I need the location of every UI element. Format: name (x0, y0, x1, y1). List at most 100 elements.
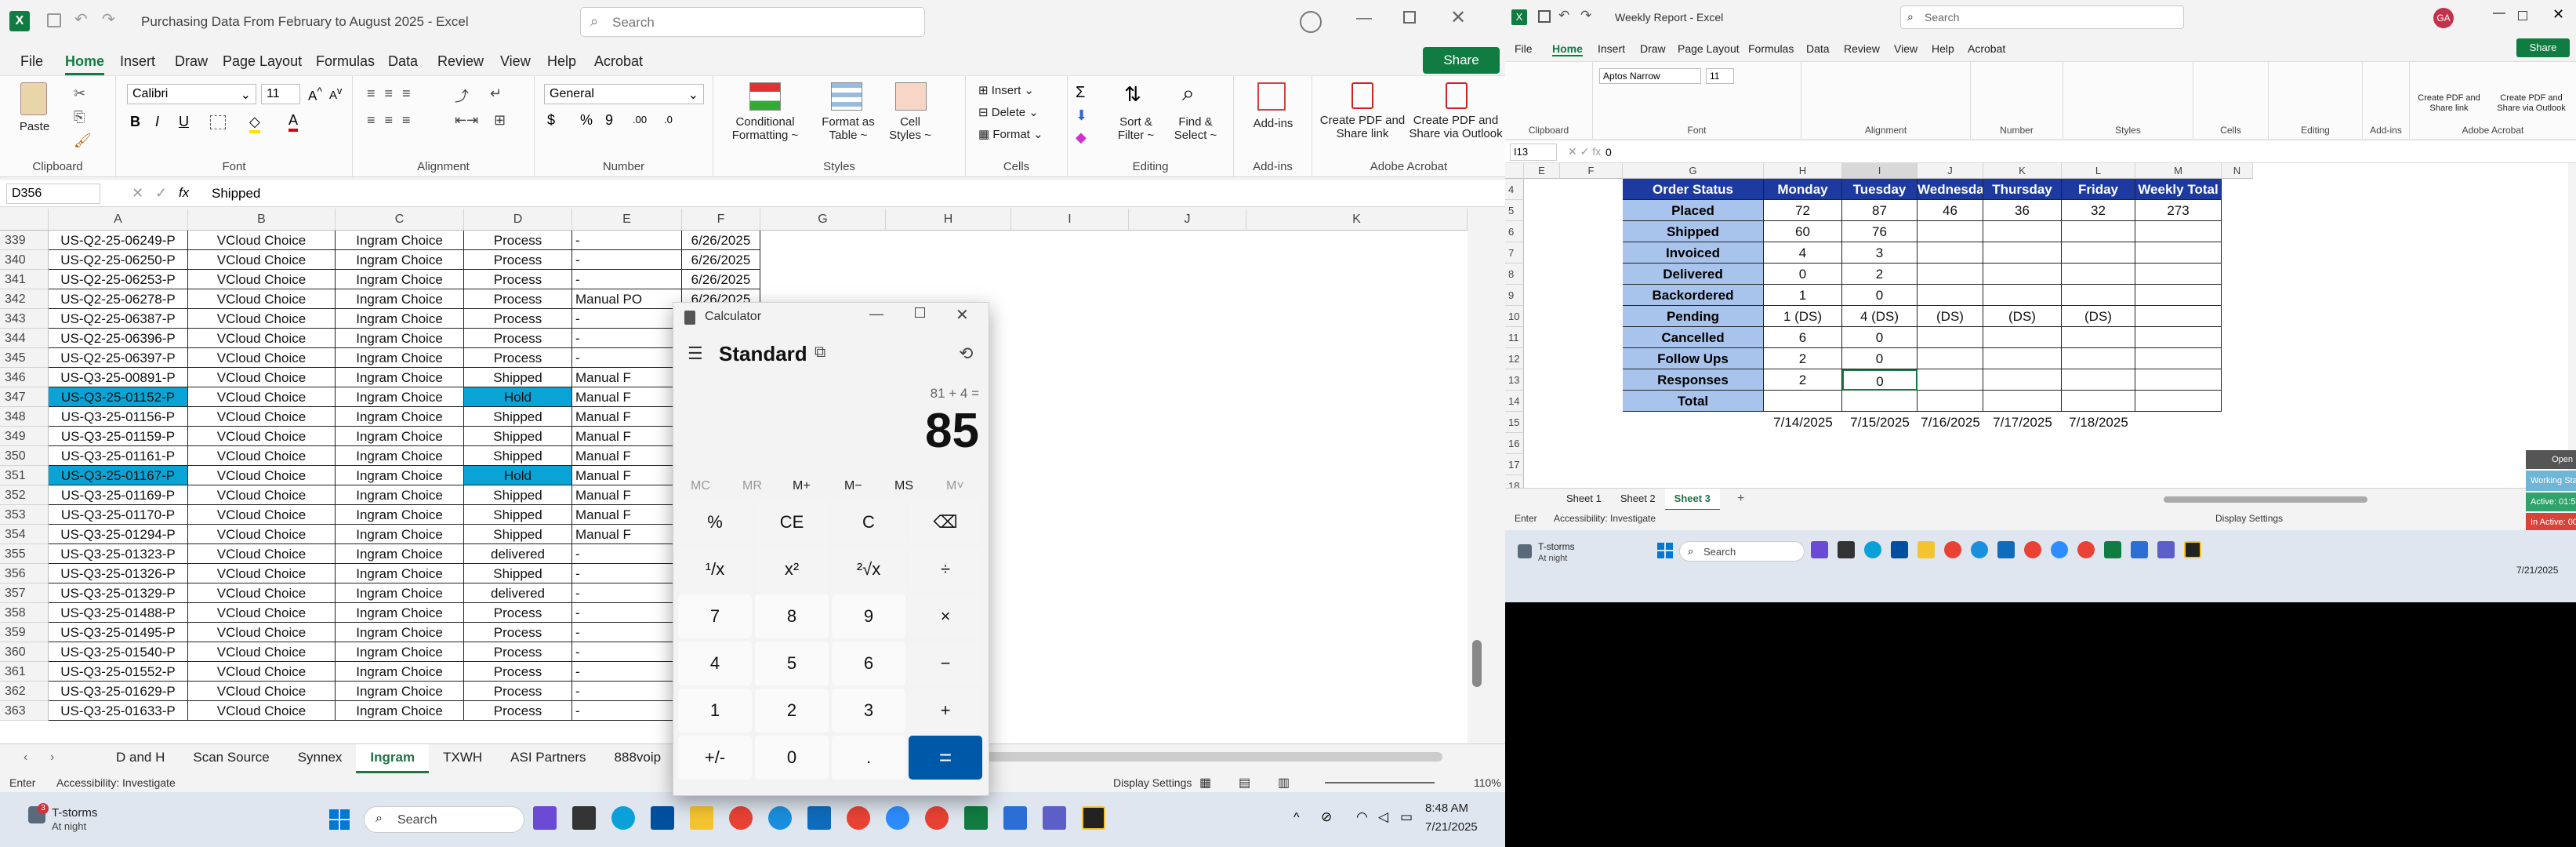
right-column-header[interactable]: M (2135, 163, 2222, 179)
formula-input[interactable]: Shipped (212, 186, 260, 202)
table-cell[interactable]: Shipped (464, 485, 572, 505)
table-cell[interactable]: Ingram Choice (336, 466, 464, 485)
report-cell[interactable]: 72 (1764, 200, 1842, 221)
square-button[interactable]: x² (755, 547, 829, 591)
column-header[interactable]: J (1129, 209, 1246, 231)
font-color-icon[interactable]: A (288, 112, 299, 132)
right-column-header[interactable]: L (2062, 163, 2135, 179)
calc-close-icon[interactable]: ✕ (956, 305, 969, 325)
table-cell[interactable]: VCloud Choice (188, 623, 336, 642)
right-explorer-icon[interactable] (1917, 541, 1935, 558)
create-pdf-outlook-button[interactable]: Create PDF and Share via Outlook (1408, 114, 1504, 140)
table-cell[interactable]: - (572, 270, 682, 289)
table-cell[interactable]: Process (464, 348, 572, 368)
report-header-cell[interactable]: Tuesday (1842, 179, 1917, 200)
sheet-tab[interactable]: Scan Source (179, 744, 283, 771)
column-header[interactable]: G (760, 209, 886, 231)
tray-chevron-icon[interactable]: ^ (1293, 811, 1300, 825)
table-cell[interactable]: US-Q3-25-01323-P (49, 544, 188, 564)
right-maximize-icon[interactable] (2518, 11, 2527, 20)
report-cell[interactable]: Total (1623, 391, 1764, 412)
report-cell[interactable] (1983, 369, 2062, 391)
right-task-view-icon[interactable] (1838, 541, 1855, 558)
table-cell[interactable]: Hold (464, 387, 572, 407)
calc-maximize-icon[interactable] (915, 307, 925, 318)
table-cell[interactable]: 6/26/2025 (682, 270, 760, 289)
calc-menu-icon[interactable]: ☰ (688, 344, 703, 364)
table-cell[interactable]: VCloud Choice (188, 603, 336, 623)
right-display-settings[interactable]: Display Settings (2215, 513, 2283, 524)
table-cell[interactable]: US-Q3-25-01152-P (49, 387, 188, 407)
italic-icon[interactable]: I (155, 114, 159, 130)
report-cell[interactable] (1983, 285, 2062, 306)
edge-alt-icon[interactable] (768, 806, 792, 830)
share-button[interactable]: Share (1423, 47, 1500, 74)
report-cell[interactable] (2062, 242, 2135, 264)
report-header-cell[interactable]: Friday (2062, 179, 2135, 200)
right-menu-home[interactable]: Home (1552, 42, 1583, 56)
right-row-header[interactable]: 9 (1505, 285, 1524, 306)
zoom-slider[interactable] (1325, 782, 1435, 783)
right-column-header[interactable]: F (1560, 163, 1623, 179)
table-cell[interactable]: VCloud Choice (188, 682, 336, 701)
table-cell[interactable]: Ingram Choice (336, 603, 464, 623)
right-teams-icon[interactable] (2157, 541, 2175, 558)
row-header[interactable]: 361 (0, 662, 49, 682)
taskbar-search[interactable]: ⌕ Search (364, 806, 524, 833)
row-header[interactable]: 352 (0, 485, 49, 505)
report-cell[interactable]: Responses (1623, 369, 1764, 391)
table-cell[interactable]: Ingram Choice (336, 525, 464, 544)
table-cell[interactable]: VCloud Choice (188, 642, 336, 662)
report-cell[interactable]: 273 (2135, 200, 2222, 221)
table-cell[interactable]: Process (464, 701, 572, 721)
table-cell[interactable]: VCloud Choice (188, 544, 336, 564)
account-icon[interactable] (1300, 11, 1322, 33)
report-cell[interactable] (2062, 327, 2135, 348)
report-cell[interactable] (1917, 327, 1983, 348)
accessibility-status[interactable]: Accessibility: Investigate (56, 776, 176, 789)
table-cell[interactable]: Shipped (464, 407, 572, 427)
row-header[interactable]: 348 (0, 407, 49, 427)
table-cell[interactable]: US-Q2-25-06249-P (49, 231, 188, 250)
table-cell[interactable]: delivered (464, 583, 572, 603)
table-cell[interactable]: Ingram Choice (336, 329, 464, 348)
column-header[interactable]: E (572, 209, 682, 231)
display-settings[interactable]: Display Settings (1113, 776, 1192, 789)
horizontal-scrollbar[interactable] (972, 752, 1442, 762)
sheet-tab[interactable]: Synnex (284, 744, 357, 771)
normal-view-icon[interactable]: ▦ (1199, 775, 1211, 791)
table-cell[interactable]: Ingram Choice (336, 623, 464, 642)
table-cell[interactable]: Ingram Choice (336, 387, 464, 407)
table-cell[interactable]: Ingram Choice (336, 348, 464, 368)
table-cell[interactable]: Ingram Choice (336, 368, 464, 387)
row-header[interactable]: 355 (0, 544, 49, 564)
right-remote-icon[interactable] (2131, 541, 2148, 558)
report-cell[interactable] (2135, 264, 2222, 285)
right-accessibility-status[interactable]: Accessibility: Investigate (1554, 513, 1656, 524)
row-header[interactable]: 351 (0, 466, 49, 485)
report-cell[interactable] (2062, 348, 2135, 369)
find-select-button[interactable]: Find & Select ~ (1168, 115, 1223, 142)
find-select-icon[interactable]: ⌕ (1182, 81, 1195, 107)
right-menu-help[interactable]: Help (1932, 42, 1954, 55)
column-header[interactable]: K (1246, 209, 1468, 231)
right-name-box[interactable]: I13 (1510, 144, 1557, 161)
report-header-cell[interactable]: Thursday (1983, 179, 2062, 200)
table-cell[interactable]: - (572, 329, 682, 348)
format-painter-icon[interactable]: 🖌 (74, 133, 92, 149)
report-header-cell[interactable]: Monday (1764, 179, 1842, 200)
report-cell[interactable] (2135, 285, 2222, 306)
table-cell[interactable]: - (572, 583, 682, 603)
table-cell[interactable]: VCloud Choice (188, 309, 336, 329)
column-header[interactable]: I (1011, 209, 1129, 231)
right-column-header[interactable]: N (2222, 163, 2253, 179)
table-cell[interactable]: Process (464, 270, 572, 289)
report-cell[interactable]: 32 (2062, 200, 2135, 221)
add-button[interactable]: + (909, 689, 982, 732)
table-cell[interactable]: VCloud Choice (188, 427, 336, 446)
report-cell[interactable] (1983, 221, 2062, 242)
table-cell[interactable]: Ingram Choice (336, 309, 464, 329)
report-cell[interactable]: 60 (1764, 221, 1842, 242)
table-cell[interactable]: US-Q3-25-01488-P (49, 603, 188, 623)
table-cell[interactable]: Ingram Choice (336, 662, 464, 682)
